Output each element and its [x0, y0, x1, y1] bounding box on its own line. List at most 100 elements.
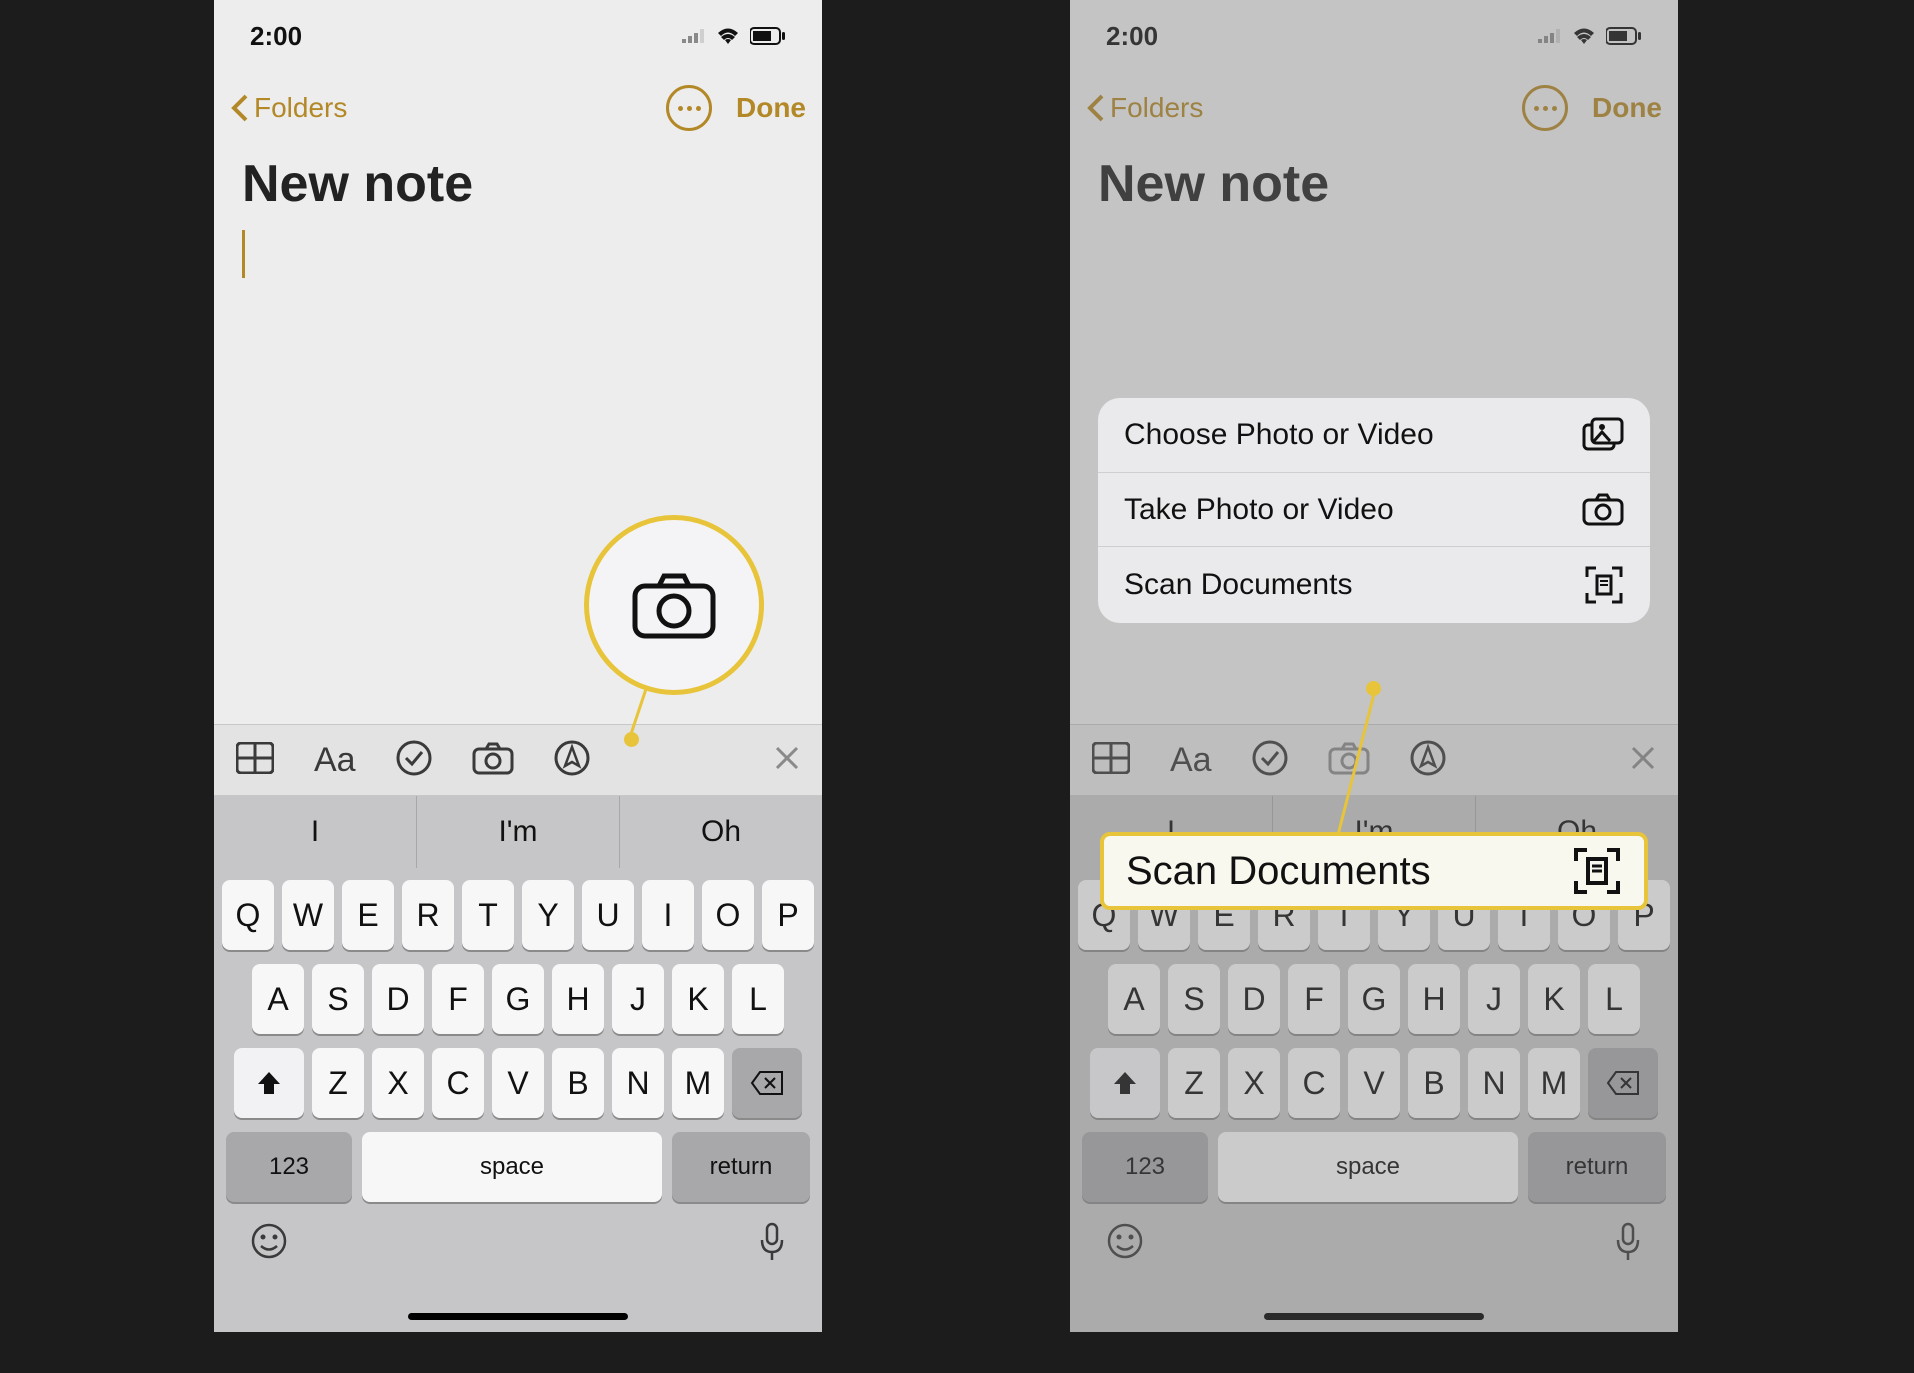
suggestion-1[interactable]: I	[214, 796, 417, 868]
note-editor[interactable]: New note	[214, 148, 822, 284]
table-icon[interactable]	[1092, 742, 1130, 779]
key-j[interactable]: J	[612, 964, 664, 1034]
suggestion-2[interactable]: I'm	[417, 796, 620, 868]
checklist-icon[interactable]	[1252, 740, 1288, 781]
key-backspace[interactable]	[732, 1048, 802, 1118]
key-p[interactable]: P	[762, 880, 814, 950]
key-n[interactable]: N	[612, 1048, 664, 1118]
done-button[interactable]: Done	[736, 92, 806, 124]
key-numbers[interactable]: 123	[1082, 1132, 1208, 1202]
key-shift[interactable]	[234, 1048, 304, 1118]
close-toolbar-icon[interactable]	[1630, 745, 1656, 776]
key-c[interactable]: C	[1288, 1048, 1340, 1118]
menu-take-photo[interactable]: Take Photo or Video	[1098, 472, 1650, 547]
key-return[interactable]: return	[672, 1132, 810, 1202]
key-row-3: Z X C V B N M	[222, 1048, 814, 1118]
key-shift[interactable]	[1090, 1048, 1160, 1118]
key-b[interactable]: B	[1408, 1048, 1460, 1118]
key-c[interactable]: C	[432, 1048, 484, 1118]
key-t[interactable]: T	[462, 880, 514, 950]
key-w[interactable]: W	[282, 880, 334, 950]
note-editor[interactable]: New note	[1070, 148, 1678, 220]
key-g[interactable]: G	[492, 964, 544, 1034]
key-h[interactable]: H	[552, 964, 604, 1034]
key-l[interactable]: L	[1588, 964, 1640, 1034]
highlight-dot	[624, 732, 639, 747]
key-z[interactable]: Z	[312, 1048, 364, 1118]
back-button[interactable]: Folders	[1086, 92, 1203, 124]
key-b[interactable]: B	[552, 1048, 604, 1118]
key-backspace[interactable]	[1588, 1048, 1658, 1118]
key-f[interactable]: F	[1288, 964, 1340, 1034]
emoji-button[interactable]	[1106, 1222, 1144, 1267]
close-toolbar-icon[interactable]	[774, 745, 800, 776]
key-m[interactable]: M	[672, 1048, 724, 1118]
camera-icon[interactable]	[472, 741, 514, 780]
key-z[interactable]: Z	[1168, 1048, 1220, 1118]
done-button[interactable]: Done	[1592, 92, 1662, 124]
cellular-icon	[1538, 29, 1562, 43]
text-cursor	[242, 230, 245, 278]
camera-icon-active[interactable]	[1328, 741, 1370, 780]
key-r[interactable]: R	[402, 880, 454, 950]
menu-take-label: Take Photo or Video	[1124, 491, 1394, 529]
key-g[interactable]: G	[1348, 964, 1400, 1034]
key-numbers[interactable]: 123	[226, 1132, 352, 1202]
backspace-icon	[1606, 1070, 1640, 1096]
key-m[interactable]: M	[1528, 1048, 1580, 1118]
more-button[interactable]	[1522, 85, 1568, 131]
cellular-icon	[682, 29, 706, 43]
key-u[interactable]: U	[582, 880, 634, 950]
key-a[interactable]: A	[252, 964, 304, 1034]
suggestion-3[interactable]: Oh	[620, 796, 822, 868]
key-k[interactable]: K	[672, 964, 724, 1034]
menu-choose-label: Choose Photo or Video	[1124, 416, 1434, 454]
text-format-icon[interactable]: Aa	[1170, 741, 1212, 780]
dictation-button[interactable]	[1614, 1222, 1642, 1267]
dictation-button[interactable]	[758, 1222, 786, 1267]
more-button[interactable]	[666, 85, 712, 131]
key-return[interactable]: return	[1528, 1132, 1666, 1202]
screenshot-2: 2:00 Folders Done New note	[1070, 0, 1678, 1332]
home-indicator[interactable]	[408, 1313, 628, 1320]
key-x[interactable]: X	[372, 1048, 424, 1118]
text-format-icon[interactable]: Aa	[314, 741, 356, 780]
checklist-icon[interactable]	[396, 740, 432, 781]
key-q[interactable]: Q	[222, 880, 274, 950]
key-o[interactable]: O	[702, 880, 754, 950]
key-k[interactable]: K	[1528, 964, 1580, 1034]
emoji-button[interactable]	[250, 1222, 288, 1267]
key-y[interactable]: Y	[522, 880, 574, 950]
key-v[interactable]: V	[1348, 1048, 1400, 1118]
menu-scan-label: Scan Documents	[1124, 566, 1352, 604]
key-space[interactable]: space	[1218, 1132, 1518, 1202]
markup-icon[interactable]	[1410, 740, 1446, 781]
key-h[interactable]: H	[1408, 964, 1460, 1034]
back-button[interactable]: Folders	[230, 92, 347, 124]
home-indicator[interactable]	[1264, 1313, 1484, 1320]
key-a[interactable]: A	[1108, 964, 1160, 1034]
photo-library-icon	[1582, 417, 1624, 453]
markup-icon[interactable]	[554, 740, 590, 781]
scan-callout-label: Scan Documents	[1126, 849, 1431, 894]
key-v[interactable]: V	[492, 1048, 544, 1118]
key-d[interactable]: D	[1228, 964, 1280, 1034]
key-f[interactable]: F	[432, 964, 484, 1034]
key-e[interactable]: E	[342, 880, 394, 950]
menu-choose-photo[interactable]: Choose Photo or Video	[1098, 398, 1650, 472]
scan-document-icon-large	[1572, 846, 1622, 896]
menu-scan-documents[interactable]: Scan Documents	[1098, 546, 1650, 623]
key-s[interactable]: S	[1168, 964, 1220, 1034]
key-row-2: A S D F G H J K L	[1078, 964, 1670, 1034]
key-i[interactable]: I	[642, 880, 694, 950]
key-x[interactable]: X	[1228, 1048, 1280, 1118]
key-l[interactable]: L	[732, 964, 784, 1034]
key-j[interactable]: J	[1468, 964, 1520, 1034]
key-s[interactable]: S	[312, 964, 364, 1034]
key-space[interactable]: space	[362, 1132, 662, 1202]
chevron-left-icon	[230, 93, 250, 123]
key-d[interactable]: D	[372, 964, 424, 1034]
microphone-icon	[758, 1222, 786, 1262]
table-icon[interactable]	[236, 742, 274, 779]
key-n[interactable]: N	[1468, 1048, 1520, 1118]
